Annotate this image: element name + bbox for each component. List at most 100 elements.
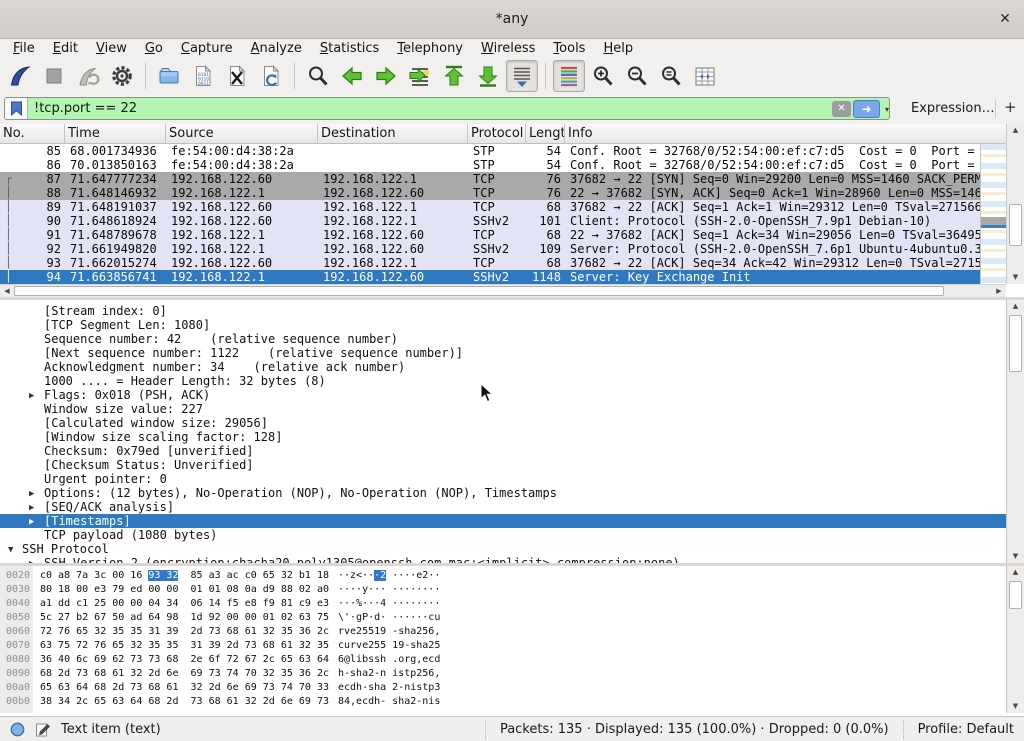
- packet-row[interactable]: 9071.648618924192.168.122.60192.168.122.…: [0, 214, 980, 228]
- scroll-thumb[interactable]: [1009, 581, 1022, 609]
- packet-row[interactable]: 8871.648146932192.168.122.1192.168.122.6…: [0, 186, 980, 200]
- packet-list-minimap-scrollbar[interactable]: [980, 144, 1006, 284]
- detail-line[interactable]: Sequence number: 42 (relative sequence n…: [0, 332, 1006, 346]
- detail-line[interactable]: Window size value: 227: [0, 402, 1006, 416]
- hex-row[interactable]: 00b038 34 2c 65 63 64 68 2d 73 68 61 32 …: [0, 695, 1006, 709]
- menu-analyze[interactable]: Analyze: [242, 39, 311, 58]
- detail-line[interactable]: [Window size scaling factor: 128]: [0, 430, 1006, 444]
- column-header-no[interactable]: No.: [0, 124, 65, 144]
- packet-row[interactable]: 8771.647777234192.168.122.60192.168.122.…: [0, 172, 980, 186]
- detail-line[interactable]: [Checksum Status: Unverified]: [0, 458, 1006, 472]
- start-capture-button[interactable]: [4, 60, 36, 92]
- add-filter-button[interactable]: +: [1004, 98, 1017, 116]
- scroll-left-icon[interactable]: ◀: [0, 285, 14, 297]
- close-window-button[interactable]: ✕: [996, 10, 1014, 28]
- scroll-thumb[interactable]: [14, 286, 944, 296]
- column-header-source[interactable]: Source: [166, 124, 318, 144]
- filter-apply-icon[interactable]: ➜: [853, 100, 880, 118]
- go-first-packet-button[interactable]: [438, 60, 470, 92]
- packet-list-header[interactable]: No.TimeSourceDestinationProtocolLengthIn…: [0, 124, 1006, 144]
- detail-line[interactable]: [TCP Segment Len: 1080]: [0, 318, 1006, 332]
- title-bar[interactable]: *any ✕: [0, 0, 1024, 39]
- packet-row[interactable]: 8670.013850163fe:54:00:d4:38:2aSTP54Conf…: [0, 158, 980, 172]
- column-header-destination[interactable]: Destination: [318, 124, 468, 144]
- menu-edit[interactable]: Edit: [44, 39, 87, 58]
- detail-line[interactable]: ▼SSH Protocol: [0, 542, 1006, 556]
- packet-row[interactable]: 9271.661949820192.168.122.1192.168.122.6…: [0, 242, 980, 256]
- go-back-button[interactable]: [336, 60, 368, 92]
- save-file-button[interactable]: 010101100011: [187, 60, 219, 92]
- menu-wireless[interactable]: Wireless: [472, 39, 544, 58]
- menu-statistics[interactable]: Statistics: [311, 39, 388, 58]
- packet-row[interactable]: 8971.648191037192.168.122.60192.168.122.…: [0, 200, 980, 214]
- column-header-protocol[interactable]: Protocol: [468, 124, 526, 144]
- menu-view[interactable]: View: [87, 39, 136, 58]
- restart-capture-button[interactable]: [72, 60, 104, 92]
- scroll-down-icon[interactable]: ▼: [1007, 550, 1024, 563]
- detail-line[interactable]: ▶Options: (12 bytes), No-Operation (NOP)…: [0, 486, 1006, 500]
- expander-closed-icon[interactable]: ▶: [29, 515, 34, 528]
- detail-line[interactable]: 1000 .... = Header Length: 32 bytes (8): [0, 374, 1006, 388]
- detail-line[interactable]: [Next sequence number: 1122 (relative se…: [0, 346, 1006, 360]
- packet-row[interactable]: 8568.001734936fe:54:00:d4:38:2aSTP54Conf…: [0, 144, 980, 158]
- filter-clear-icon[interactable]: ✕: [832, 101, 851, 117]
- detail-line[interactable]: TCP payload (1080 bytes): [0, 528, 1006, 542]
- hex-row[interactable]: 006072 76 65 32 35 35 31 39 2d 73 68 61 …: [0, 625, 1006, 639]
- scroll-up-icon[interactable]: ▲: [1007, 124, 1024, 137]
- hex-row[interactable]: 00505c 27 b2 67 50 ad 64 98 1d 92 00 00 …: [0, 611, 1006, 625]
- scroll-down-icon[interactable]: ▼: [1007, 271, 1024, 284]
- go-last-packet-button[interactable]: [472, 60, 504, 92]
- expander-open-icon[interactable]: ▼: [8, 543, 13, 556]
- capture-options-button[interactable]: [106, 60, 138, 92]
- hex-row[interactable]: 007063 75 72 76 65 32 35 35 31 39 2d 73 …: [0, 639, 1006, 653]
- zoom-out-button[interactable]: [621, 60, 653, 92]
- packet-row[interactable]: 9171.648789678192.168.122.1192.168.122.6…: [0, 228, 980, 242]
- resize-columns-button[interactable]: [689, 60, 721, 92]
- menu-telephony[interactable]: Telephony: [388, 39, 472, 58]
- reload-file-button[interactable]: [255, 60, 287, 92]
- packet-list-vscrollbar[interactable]: ▲ ▼: [1006, 124, 1024, 284]
- scroll-down-icon[interactable]: ▼: [1007, 700, 1024, 713]
- hex-row[interactable]: 0020c0 a8 7a 3c 00 16 93 32 85 a3 ac c0 …: [0, 569, 1006, 583]
- go-to-packet-button[interactable]: [404, 60, 436, 92]
- scroll-thumb[interactable]: [1009, 204, 1022, 246]
- capture-comment-icon[interactable]: [35, 722, 51, 737]
- menu-go[interactable]: Go: [136, 39, 172, 58]
- menu-tools[interactable]: Tools: [544, 39, 594, 58]
- colorize-toggle-button[interactable]: [553, 60, 585, 92]
- display-filter-input[interactable]: !tcp.port == 22 ✕ ➜ ▾: [4, 97, 890, 120]
- go-forward-button[interactable]: [370, 60, 402, 92]
- expander-closed-icon[interactable]: ▶: [29, 501, 34, 514]
- hex-row[interactable]: 008036 40 6c 69 62 73 73 68 2e 6f 72 67 …: [0, 653, 1006, 667]
- packet-list-hscrollbar[interactable]: ◀ ▶: [0, 284, 1006, 297]
- column-header-time[interactable]: Time: [65, 124, 166, 144]
- detail-line[interactable]: Urgent pointer: 0: [0, 472, 1006, 486]
- zoom-original-button[interactable]: [655, 60, 687, 92]
- hex-row[interactable]: 009068 2d 73 68 61 32 2d 6e 69 73 74 70 …: [0, 667, 1006, 681]
- stop-capture-button[interactable]: [38, 60, 70, 92]
- auto-scroll-toggle-button[interactable]: [506, 60, 538, 92]
- detail-line[interactable]: ▶[Timestamps]: [0, 514, 1006, 528]
- scroll-thumb[interactable]: [1009, 315, 1022, 372]
- column-header-length[interactable]: Length: [526, 124, 565, 144]
- scroll-up-icon[interactable]: ▲: [1007, 300, 1024, 313]
- packet-row[interactable]: 9371.662015274192.168.122.60192.168.122.…: [0, 256, 980, 270]
- packet-row[interactable]: 9471.663856741192.168.122.1192.168.122.6…: [0, 270, 980, 284]
- expander-closed-icon[interactable]: ▶: [29, 487, 34, 500]
- open-file-button[interactable]: [153, 60, 185, 92]
- expert-info-icon[interactable]: [10, 722, 25, 737]
- hex-row[interactable]: 003080 18 00 e3 79 ed 00 00 01 01 08 0a …: [0, 583, 1006, 597]
- close-file-button[interactable]: [221, 60, 253, 92]
- details-vscrollbar[interactable]: ▲ ▼: [1006, 300, 1024, 563]
- find-packet-button[interactable]: [302, 60, 334, 92]
- hex-row[interactable]: 0040a1 dd c1 25 00 00 04 34 06 14 f5 e8 …: [0, 597, 1006, 611]
- zoom-in-button[interactable]: [587, 60, 619, 92]
- detail-line[interactable]: Checksum: 0x79ed [unverified]: [0, 444, 1006, 458]
- expander-closed-icon[interactable]: ▶: [29, 389, 34, 402]
- detail-line[interactable]: ▶SSH Version 2 (encryption:chacha20-poly…: [0, 556, 1006, 563]
- status-profile[interactable]: Profile: Default: [904, 722, 1014, 737]
- filter-dropdown-icon[interactable]: ▾: [885, 105, 889, 114]
- hex-row[interactable]: 00a065 63 64 68 2d 73 68 61 32 2d 6e 69 …: [0, 681, 1006, 695]
- detail-line[interactable]: [Stream index: 0]: [0, 304, 1006, 318]
- menu-help[interactable]: Help: [594, 39, 642, 58]
